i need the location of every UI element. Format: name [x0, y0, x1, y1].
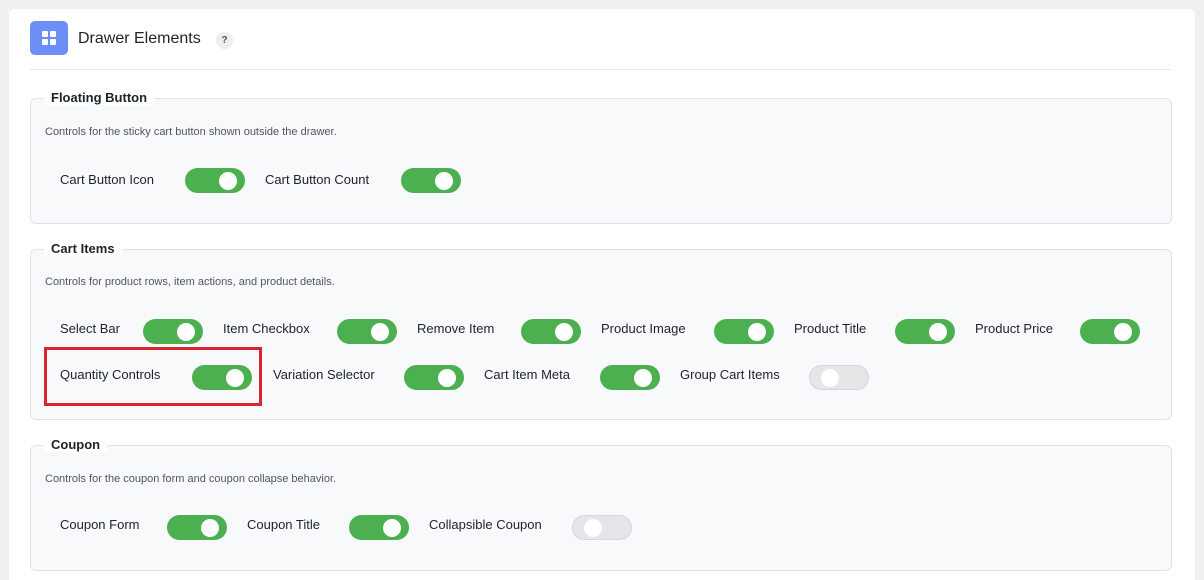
toggle-knob [226, 368, 244, 387]
toggle-cart-button-count[interactable] [401, 168, 461, 193]
toggle-cart-button-icon[interactable] [185, 168, 245, 193]
option-product-price: Product Price [975, 313, 1053, 343]
option-label: Cart Button Count [265, 171, 370, 187]
toggle-product-image[interactable] [714, 319, 774, 344]
section-description: Controls for the sticky cart button show… [45, 126, 337, 138]
option-cart-button-icon: Cart Button Icon [60, 164, 154, 194]
grid-icon [30, 21, 68, 55]
option-label: Select Bar [60, 320, 120, 336]
option-label: Cart Item Meta [484, 366, 570, 382]
option-group-cart-items: Group Cart Items [680, 359, 780, 389]
option-label: Coupon Title [247, 516, 320, 532]
option-coupon-form: Coupon Form [60, 509, 139, 539]
option-product-image: Product Image [601, 313, 686, 343]
section-title: Coupon [44, 437, 108, 452]
toggle-item-checkbox[interactable] [337, 319, 397, 344]
toggle-knob [219, 171, 237, 190]
toggle-remove-item[interactable] [521, 319, 581, 344]
toggle-product-title[interactable] [895, 319, 955, 344]
toggle-knob [555, 322, 573, 341]
toggle-knob [371, 322, 389, 341]
option-label: Collapsible Coupon [429, 516, 542, 532]
section-cart-items: Cart Items Controls for product rows, it… [30, 241, 1172, 420]
toggle-knob [1114, 322, 1132, 341]
option-collapsible-coupon: Collapsible Coupon [429, 509, 542, 539]
page-title: Drawer Elements [78, 30, 201, 47]
option-label: Remove Item [417, 320, 495, 336]
section-coupon: Coupon Controls for the coupon form and … [30, 437, 1172, 571]
option-select-bar: Select Bar [60, 313, 120, 343]
option-label: Product Price [975, 320, 1054, 336]
toggle-knob [748, 322, 766, 341]
option-remove-item: Remove Item [417, 313, 494, 343]
toggle-select-bar[interactable] [143, 319, 203, 344]
section-description: Controls for the coupon form and coupon … [45, 473, 337, 485]
toggle-collapsible-coupon[interactable] [572, 515, 632, 540]
option-cart-button-count: Cart Button Count [265, 164, 369, 194]
option-variation-selector: Variation Selector [273, 359, 375, 389]
option-label: Item Checkbox [223, 320, 310, 336]
panel-header: Drawer Elements ? [30, 21, 1171, 70]
section-floating-button: Floating Button Controls for the sticky … [30, 90, 1172, 224]
toggle-knob [634, 368, 652, 387]
toggle-knob [383, 518, 401, 537]
section-title: Floating Button [44, 90, 155, 105]
option-label: Cart Button Icon [60, 171, 154, 187]
option-label: Variation Selector [273, 366, 375, 382]
drawer-elements-panel: Drawer Elements ? Floating Button Contro… [9, 9, 1195, 580]
toggle-coupon-title[interactable] [349, 515, 409, 540]
section-description: Controls for product rows, item actions,… [45, 276, 335, 288]
toggle-knob [201, 518, 219, 537]
option-label: Product Image [601, 320, 686, 336]
option-label: Coupon Form [60, 516, 140, 532]
toggle-knob [435, 171, 453, 190]
option-quantity-controls: Quantity Controls [60, 359, 160, 389]
option-label: Group Cart Items [680, 366, 780, 382]
toggle-knob [438, 368, 456, 387]
toggle-knob [584, 518, 602, 537]
option-product-title: Product Title [794, 313, 866, 343]
toggle-knob [821, 368, 839, 387]
option-label: Quantity Controls [60, 366, 161, 382]
help-icon[interactable]: ? [216, 32, 233, 49]
toggle-knob [929, 322, 947, 341]
option-item-checkbox: Item Checkbox [223, 313, 310, 343]
option-cart-item-meta: Cart Item Meta [484, 359, 570, 389]
toggle-coupon-form[interactable] [167, 515, 227, 540]
toggle-group-cart-items[interactable] [809, 365, 869, 390]
toggle-variation-selector[interactable] [404, 365, 464, 390]
option-label: Product Title [794, 320, 867, 336]
option-coupon-title: Coupon Title [247, 509, 320, 539]
toggle-quantity-controls[interactable] [192, 365, 252, 390]
toggle-product-price[interactable] [1080, 319, 1140, 344]
toggle-cart-item-meta[interactable] [600, 365, 660, 390]
toggle-knob [177, 322, 195, 341]
section-title: Cart Items [44, 241, 122, 256]
